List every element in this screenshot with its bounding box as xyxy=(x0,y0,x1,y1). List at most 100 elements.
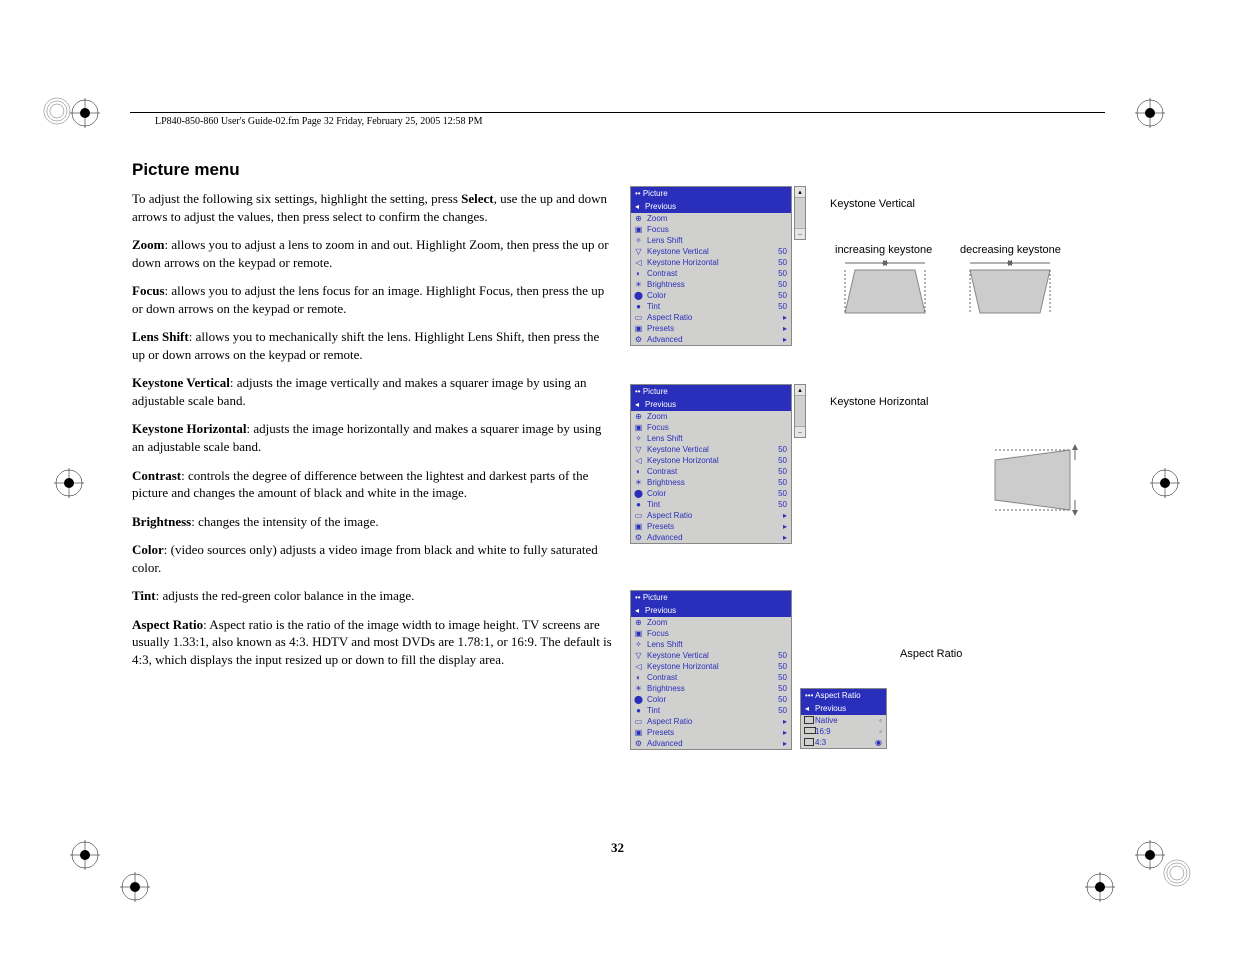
osd-sub-previous: Previous xyxy=(801,702,886,715)
row-icon: ⬤ xyxy=(634,695,643,704)
osd-row: ●Tint50 xyxy=(631,705,791,716)
row-icon: ☀ xyxy=(634,280,643,289)
caption-inc: increasing keystone xyxy=(835,244,932,256)
row-icon: ▣ xyxy=(634,225,643,234)
slider-up-icon: ▴ xyxy=(795,385,805,396)
keystone-inc-diagram xyxy=(835,258,935,318)
osd-row: ✧Lens Shift xyxy=(631,235,791,246)
caption-dec: decreasing keystone xyxy=(960,244,1061,256)
aspect-paragraph: Aspect Ratio: Aspect ratio is the ratio … xyxy=(132,616,612,669)
caption-ar: Aspect Ratio xyxy=(900,648,962,660)
row-icon: ▭ xyxy=(634,511,643,520)
row-icon: ⊕ xyxy=(634,214,643,223)
row-icon: ▭ xyxy=(634,717,643,726)
spiral-icon xyxy=(1162,858,1192,888)
aspect-row: Native◦ xyxy=(801,715,886,726)
brightness-paragraph: Brightness: changes the intensity of the… xyxy=(132,513,612,531)
osd-row: ◁Keystone Horizontal50 xyxy=(631,455,791,466)
osd-row: ⊕Zoom xyxy=(631,617,791,628)
row-icon: ✧ xyxy=(634,236,643,245)
osd-row: ☀Brightness50 xyxy=(631,477,791,488)
header-path: LP840-850-860 User's Guide-02.fm Page 32… xyxy=(155,116,483,127)
osd-row: ▣Presets▸ xyxy=(631,521,791,532)
osd-aspect-submenu: ••• Aspect Ratio Previous Native◦ 16:9◦ … xyxy=(800,688,887,749)
row-icon: ◁ xyxy=(634,456,643,465)
keystone-horiz-diagram xyxy=(985,440,1085,520)
cropmark-icon xyxy=(120,872,150,902)
section-heading: Picture menu xyxy=(132,160,612,180)
osd-row: ▭Aspect Ratio▸ xyxy=(631,510,791,521)
row-icon: ◐ xyxy=(634,467,643,476)
radio-icon: ◉ xyxy=(875,738,882,747)
osd-slider: ▴ – xyxy=(794,186,806,240)
row-icon: ▽ xyxy=(634,651,643,660)
row-icon: ⚙ xyxy=(634,533,643,542)
color-paragraph: Color: (video sources only) adjusts a vi… xyxy=(132,541,612,576)
slider-down-icon: – xyxy=(795,228,805,239)
cropmark-icon xyxy=(70,98,100,128)
tint-paragraph: Tint: adjusts the red-green color balanc… xyxy=(132,587,612,605)
osd-row: ▣Focus xyxy=(631,628,791,639)
osd-previous: Previous xyxy=(631,200,791,213)
row-icon: ✧ xyxy=(634,640,643,649)
osd-previous: Previous xyxy=(631,604,791,617)
focus-paragraph: Focus: allows you to adjust the lens foc… xyxy=(132,282,612,317)
row-icon: ✧ xyxy=(634,434,643,443)
osd-slider: ▴ – xyxy=(794,384,806,438)
row-icon: ▣ xyxy=(634,629,643,638)
row-icon: ● xyxy=(634,706,643,715)
osd-previous: Previous xyxy=(631,398,791,411)
page-number: 32 xyxy=(0,840,1235,856)
osd-picture-menu-1: •• Picture Previous ⊕Zoom▣Focus✧Lens Shi… xyxy=(630,186,792,346)
osd-rows: ⊕Zoom▣Focus✧Lens Shift▽Keystone Vertical… xyxy=(631,617,791,749)
osd-title: •• Picture xyxy=(631,385,791,398)
row-icon: ☀ xyxy=(634,684,643,693)
osd-row: ⊕Zoom xyxy=(631,411,791,422)
osd-title: •• Picture xyxy=(631,187,791,200)
osd-row: ⊕Zoom xyxy=(631,213,791,224)
row-icon: ⊕ xyxy=(634,618,643,627)
osd-rows: ⊕Zoom▣Focus✧Lens Shift▽Keystone Vertical… xyxy=(631,411,791,543)
row-icon: ◁ xyxy=(634,662,643,671)
row-icon: ▭ xyxy=(634,313,643,322)
osd-row: ◐Contrast50 xyxy=(631,268,791,279)
row-icon: ⬤ xyxy=(634,291,643,300)
osd-row: ⚙Advanced▸ xyxy=(631,738,791,749)
osd-row: ▣Presets▸ xyxy=(631,323,791,334)
osd-row: ⚙Advanced▸ xyxy=(631,532,791,543)
osd-row: ✧Lens Shift xyxy=(631,433,791,444)
osd-row: ◐Contrast50 xyxy=(631,672,791,683)
row-icon: ● xyxy=(634,302,643,311)
cropmark-icon xyxy=(54,468,84,498)
row-icon: ◁ xyxy=(634,258,643,267)
osd-picture-menu-2: •• Picture Previous ⊕Zoom▣Focus✧Lens Shi… xyxy=(630,384,792,544)
row-icon: ⚙ xyxy=(634,335,643,344)
osd-picture-menu-3: •• Picture Previous ⊕Zoom▣Focus✧Lens Shi… xyxy=(630,590,792,750)
osd-row: ▣Focus xyxy=(631,224,791,235)
row-icon: ☀ xyxy=(634,478,643,487)
kv-paragraph: Keystone Vertical: adjusts the image ver… xyxy=(132,374,612,409)
osd-row: ⬤Color50 xyxy=(631,488,791,499)
osd-row: ◁Keystone Horizontal50 xyxy=(631,257,791,268)
osd-row: ▽Keystone Vertical50 xyxy=(631,246,791,257)
keystone-dec-diagram xyxy=(960,258,1060,318)
row-icon: ▣ xyxy=(634,423,643,432)
row-icon: ▣ xyxy=(634,522,643,531)
osd-row: ▣Presets▸ xyxy=(631,727,791,738)
cropmark-icon xyxy=(1150,468,1180,498)
osd-rows: ⊕Zoom▣Focus✧Lens Shift▽Keystone Vertical… xyxy=(631,213,791,345)
row-icon: ● xyxy=(634,500,643,509)
osd-row: ◁Keystone Horizontal50 xyxy=(631,661,791,672)
aspect-row: 16:9◦ xyxy=(801,726,886,737)
osd-row: ⬤Color50 xyxy=(631,694,791,705)
row-icon: ⚙ xyxy=(634,739,643,748)
osd-row: ▣Focus xyxy=(631,422,791,433)
osd-row: ☀Brightness50 xyxy=(631,683,791,694)
aspect-row: 4:3◉ xyxy=(801,737,886,748)
row-icon: ▽ xyxy=(634,247,643,256)
row-icon: ⊕ xyxy=(634,412,643,421)
osd-row: ✧Lens Shift xyxy=(631,639,791,650)
osd-title: •• Picture xyxy=(631,591,791,604)
osd-row: ▽Keystone Vertical50 xyxy=(631,444,791,455)
row-icon: ▣ xyxy=(634,324,643,333)
